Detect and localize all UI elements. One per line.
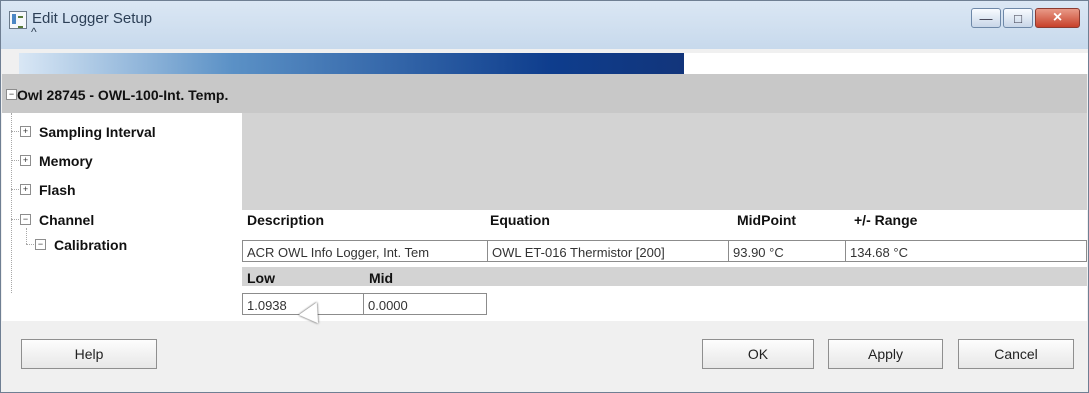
midpoint-field[interactable]: 93.90 °C <box>728 240 846 262</box>
property-grid-background <box>242 113 1087 210</box>
apply-button[interactable]: Apply <box>828 339 943 369</box>
logger-tree-pane: − Owl 28745 - OWL-100-Int. Temp. + Sampl… <box>2 74 1087 321</box>
app-icon <box>9 11 27 29</box>
collapse-root-icon[interactable]: − <box>6 89 17 100</box>
range-header: +/- Range <box>854 212 918 228</box>
edit-logger-setup-window: Edit Logger Setup ^ — □ × − Owl 28745 - … <box>0 0 1089 393</box>
range-field[interactable]: 134.68 °C <box>845 240 1087 262</box>
tree-item-memory[interactable]: Memory <box>39 153 93 169</box>
minimize-icon: — <box>979 10 993 26</box>
cancel-button[interactable]: Cancel <box>958 339 1074 369</box>
tree-item-calibration[interactable]: Calibration <box>54 237 127 253</box>
description-header: Description <box>247 212 325 228</box>
expand-memory-icon[interactable]: + <box>20 155 31 166</box>
title-bar: Edit Logger Setup ^ — □ × <box>1 1 1088 49</box>
blue-banner <box>19 53 684 74</box>
tree-guide-line <box>26 244 34 245</box>
minimize-button[interactable]: — <box>971 8 1001 28</box>
tree-guide-line <box>26 228 27 244</box>
maximize-icon: □ <box>1014 10 1022 26</box>
close-button[interactable]: × <box>1035 8 1080 28</box>
equation-header: Equation <box>490 212 550 228</box>
tree-item-flash[interactable]: Flash <box>39 182 76 198</box>
expand-sampling-interval-icon[interactable]: + <box>20 126 31 137</box>
tree-root-row[interactable]: − Owl 28745 - OWL-100-Int. Temp. <box>2 74 1087 113</box>
collapse-calibration-icon[interactable]: − <box>35 239 46 250</box>
close-icon: × <box>1052 9 1063 26</box>
low-header: Low <box>247 270 275 286</box>
tree-item-channel[interactable]: Channel <box>39 212 94 228</box>
help-button[interactable]: Help <box>21 339 157 369</box>
window-controls: — □ × <box>971 8 1080 28</box>
root-label: Owl 28745 - OWL-100-Int. Temp. <box>17 87 229 103</box>
dialog-button-bar: Help OK Apply Cancel <box>1 321 1088 392</box>
mid-calibration-field[interactable]: 0.0000 <box>363 293 487 315</box>
midpoint-header: MidPoint <box>737 212 797 228</box>
ok-button[interactable]: OK <box>702 339 814 369</box>
description-field[interactable]: ACR OWL Info Logger, Int. Tem <box>242 240 488 262</box>
mid-header: Mid <box>369 270 394 286</box>
collapse-channel-icon[interactable]: − <box>20 214 31 225</box>
tree-item-sampling-interval[interactable]: Sampling Interval <box>39 124 156 140</box>
equation-field[interactable]: OWL ET-016 Thermistor [200] <box>487 240 729 262</box>
expand-flash-icon[interactable]: + <box>20 184 31 195</box>
title-caret-icon: ^ <box>31 25 37 39</box>
maximize-button[interactable]: □ <box>1003 8 1033 28</box>
window-title: Edit Logger Setup <box>32 10 153 27</box>
tree-guide-line <box>11 113 12 293</box>
banner-strip <box>684 53 1088 74</box>
